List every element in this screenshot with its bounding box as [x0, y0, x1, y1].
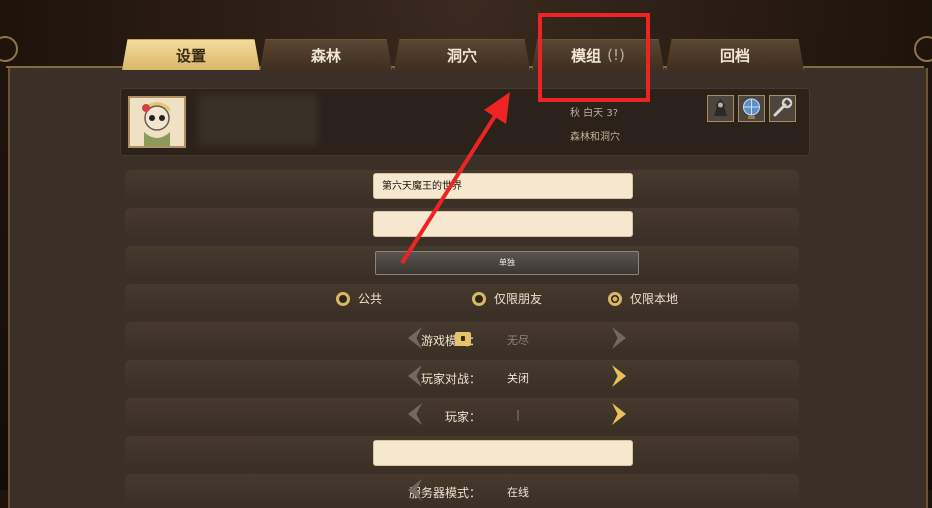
radio-friends-only-label: 仅限朋友 [494, 292, 543, 306]
game-mode-value: 无尽 [507, 334, 529, 347]
season-day-text: 秋 白天 3? [570, 108, 619, 119]
radio-friends-only[interactable]: 仅限朋友 [472, 290, 542, 307]
radio-local-only-ring [608, 291, 622, 306]
pvp-value: 关闭 [507, 372, 529, 385]
radio-public-ring [336, 291, 350, 306]
password-input[interactable] [373, 440, 633, 466]
radio-friends-only-ring [472, 291, 486, 306]
radio-local-only[interactable]: 仅限本地 [608, 290, 678, 307]
annotation-highlight-box [538, 13, 650, 102]
character-icon[interactable] [707, 95, 734, 122]
radio-public[interactable]: 公共 [336, 290, 382, 307]
description-input[interactable] [373, 211, 633, 237]
tab-settings[interactable]: 设置 [122, 39, 260, 70]
server-style-dropdown[interactable]: 单独 [375, 251, 639, 275]
character-avatar [128, 96, 186, 148]
frame-corner-right-decor [914, 36, 932, 62]
visibility-row [125, 284, 799, 316]
frame-corner-left-decor [0, 36, 18, 62]
tab-caves-label: 洞穴 [446, 46, 477, 65]
tab-caves[interactable]: 洞穴 [394, 39, 530, 70]
tab-forest[interactable]: 森林 [260, 39, 392, 70]
tab-rollback[interactable]: 回档 [666, 39, 804, 70]
tab-settings-label: 设置 [175, 46, 206, 65]
radio-local-only-label: 仅限本地 [630, 292, 679, 306]
tab-rollback-label: 回档 [719, 46, 750, 65]
world-name-input[interactable]: 第六天魔王的世界 [373, 173, 633, 199]
wrench-icon[interactable] [769, 95, 796, 122]
world-type-text: 森林和洞穴 [570, 132, 620, 143]
wendy-portrait-icon [130, 98, 184, 146]
players-value: | [516, 408, 520, 421]
blurred-world-name [198, 94, 318, 146]
tab-forest-label: 森林 [310, 46, 341, 65]
server-mode-value: 在线 [507, 486, 529, 499]
globe-icon[interactable] [738, 95, 765, 122]
radio-public-label: 公共 [358, 292, 383, 306]
